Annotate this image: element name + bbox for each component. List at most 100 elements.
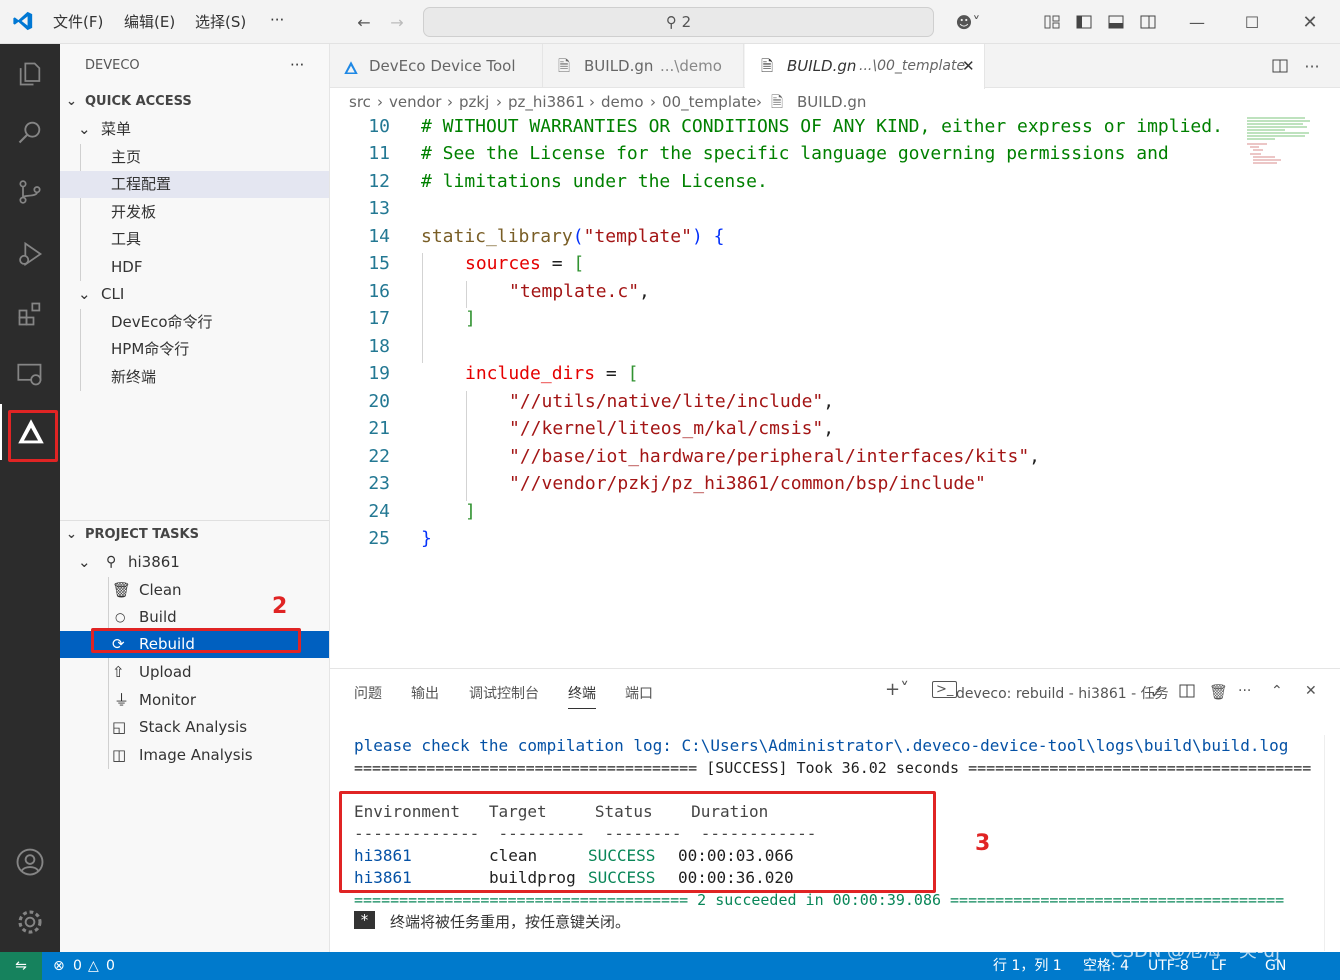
task-image-analysis[interactable]: ◫ Image Analysis xyxy=(60,742,329,769)
toggle-secondary-sidebar-icon[interactable] xyxy=(1136,10,1160,34)
code-line-16: "template.c", xyxy=(509,281,650,302)
menu-file[interactable]: 文件(F) xyxy=(53,11,103,32)
remote-explorer-icon[interactable] xyxy=(0,346,60,402)
remote-indicator-icon[interactable]: ⇋ xyxy=(0,952,42,980)
tab-build-demo[interactable]: 🗎 BUILD.gn ...\demo xyxy=(544,44,744,88)
indent-guide xyxy=(466,281,467,308)
line-number: 17 xyxy=(368,308,390,329)
layout-customize-icon[interactable] xyxy=(1040,10,1064,34)
terminal-scrollbar[interactable] xyxy=(1324,735,1338,951)
terminal-summary-line: ===================================== 2 … xyxy=(354,891,1285,909)
panel-more-icon[interactable]: ··· xyxy=(1238,683,1251,699)
task-upload[interactable]: ⇧ Upload xyxy=(60,659,329,686)
add-terminal-icon[interactable]: +˅ xyxy=(885,679,909,700)
search-icon[interactable] xyxy=(0,104,60,160)
chevron-down-icon: ⌄ xyxy=(78,553,91,571)
forward-arrow-icon[interactable]: → xyxy=(385,10,409,34)
cursor-position[interactable]: 行 1，列 1 xyxy=(993,952,1062,980)
tab-build-template[interactable]: 🗎 BUILD.gn ...\00_template ✕ xyxy=(745,44,985,89)
close-tab-icon[interactable]: ✕ xyxy=(962,44,975,88)
quick-access-section[interactable]: ⌄ QUICK ACCESS xyxy=(60,88,329,115)
task-build[interactable]: ○ Build xyxy=(60,604,329,631)
breadcrumb-item[interactable]: src xyxy=(349,88,371,116)
tab-problems[interactable]: 问题 xyxy=(354,683,382,703)
device-node[interactable]: ⌄ ⚲ hi3861 xyxy=(60,549,329,576)
run-debug-icon[interactable] xyxy=(0,226,60,282)
menu-selection[interactable]: 选择(S) xyxy=(195,11,246,32)
annotation-box-1 xyxy=(8,410,58,462)
cli-group-label: CLI xyxy=(101,285,125,303)
tab-output[interactable]: 输出 xyxy=(411,683,439,703)
toggle-panel-icon[interactable] xyxy=(1104,10,1128,34)
tab-terminal[interactable]: 终端 xyxy=(568,683,596,709)
source-control-icon[interactable] xyxy=(0,164,60,220)
split-terminal-icon[interactable] xyxy=(1179,683,1195,703)
code-editor[interactable]: 10 11 12 13 14 15 16 17 18 19 20 21 22 2… xyxy=(330,116,1240,549)
close-window-icon[interactable]: ✕ xyxy=(1298,10,1322,34)
copilot-icon[interactable]: ☻˅ xyxy=(948,10,988,34)
split-editor-icon[interactable] xyxy=(1268,54,1292,78)
quick-access-title: QUICK ACCESS xyxy=(85,94,192,109)
code-line-24: ] xyxy=(465,501,476,522)
tab-ports[interactable]: 端口 xyxy=(625,683,653,703)
sidebar-item-board[interactable]: 开发板 xyxy=(60,199,329,226)
warning-count[interactable]: 0 xyxy=(106,952,115,980)
indent-guide xyxy=(422,253,423,363)
error-count[interactable]: 0 xyxy=(73,952,82,980)
sidebar-item-tools[interactable]: 工具 xyxy=(60,226,329,253)
kill-terminal-icon[interactable]: 🗑 xyxy=(1209,683,1228,701)
line-number: 14 xyxy=(368,226,390,247)
menu-group-label: 菜单 xyxy=(101,120,132,138)
chevron-right-icon: › xyxy=(496,93,502,111)
task-clean[interactable]: 🗑 Clean xyxy=(60,577,329,604)
sidebar-item-hpm-cli[interactable]: HPM命令行 xyxy=(60,336,329,363)
extensions-icon[interactable] xyxy=(0,286,60,342)
sidebar-item-home[interactable]: 主页 xyxy=(60,144,329,171)
close-panel-icon[interactable]: ✕ xyxy=(1305,683,1317,699)
project-tasks-section[interactable]: ⌄ PROJECT TASKS xyxy=(60,521,329,548)
minimap[interactable] xyxy=(1245,116,1320,166)
sidebar-item-deveco-cli[interactable]: DevEco命令行 xyxy=(60,309,329,336)
breadcrumb-item[interactable]: pz_hi3861 xyxy=(508,88,585,116)
sidebar-more-icon[interactable]: ··· xyxy=(290,52,320,79)
account-icon[interactable] xyxy=(0,834,60,890)
back-arrow-icon[interactable]: ← xyxy=(352,10,376,34)
explorer-icon[interactable] xyxy=(0,46,60,102)
task-monitor[interactable]: ⏚ Monitor xyxy=(60,687,329,714)
search-text: 2 xyxy=(681,13,692,31)
minimize-icon[interactable]: — xyxy=(1185,10,1209,34)
command-search[interactable]: ⚲ 2 xyxy=(423,7,934,37)
breadcrumb-item[interactable]: 00_template xyxy=(662,88,756,116)
circle-icon: ○ xyxy=(115,610,126,624)
menu-group[interactable]: ⌄ 菜单 xyxy=(60,116,329,143)
settings-gear-icon[interactable] xyxy=(0,894,60,950)
terminal-task-name[interactable]: deveco: rebuild - hi3861 - 任务 xyxy=(956,683,1169,703)
terminal-success-line: ====================================== [… xyxy=(354,759,1312,777)
device-label: hi3861 xyxy=(128,553,180,571)
tab-debug-console[interactable]: 调试控制台 xyxy=(469,683,539,703)
maximize-panel-icon[interactable]: ⌃ xyxy=(1271,683,1283,699)
maximize-icon[interactable]: ☐ xyxy=(1240,10,1264,34)
cli-group[interactable]: ⌄ CLI xyxy=(60,281,329,308)
editor-more-icon[interactable]: ··· xyxy=(1300,54,1324,78)
image-analysis-icon: ◫ xyxy=(112,746,127,764)
sidebar-item-project-config[interactable]: 工程配置 xyxy=(60,171,329,198)
menu-more[interactable]: ··· xyxy=(270,11,284,29)
plug-icon: ⏚ xyxy=(114,691,130,709)
sidebar-item-hdf[interactable]: HDF xyxy=(60,254,329,281)
breadcrumb-item[interactable]: BUILD.gn xyxy=(797,88,866,116)
breadcrumb-item[interactable]: demo xyxy=(601,88,644,116)
menu-edit[interactable]: 编辑(E) xyxy=(124,11,175,32)
title-bar: 文件(F) 编辑(E) 选择(S) ··· ← → ⚲ 2 ☻˅ — ☐ ✕ xyxy=(0,0,1340,44)
breadcrumb-item[interactable]: vendor xyxy=(389,88,441,116)
task-stack-analysis[interactable]: ◱ Stack Analysis xyxy=(60,714,329,741)
sidebar-item-new-terminal[interactable]: 新终端 xyxy=(60,364,329,391)
line-number: 13 xyxy=(368,198,390,219)
error-icon: ⊗ xyxy=(53,958,65,974)
breadcrumb-item[interactable]: pzkj xyxy=(459,88,489,116)
line-number: 22 xyxy=(368,446,390,467)
toggle-sidebar-icon[interactable] xyxy=(1072,10,1096,34)
chevron-down-icon: ⌄ xyxy=(66,94,77,109)
tab-deveco-device-tool[interactable]: DevEco Device Tool xyxy=(330,44,543,88)
code-line-11: # See the License for the specific langu… xyxy=(421,143,1169,164)
